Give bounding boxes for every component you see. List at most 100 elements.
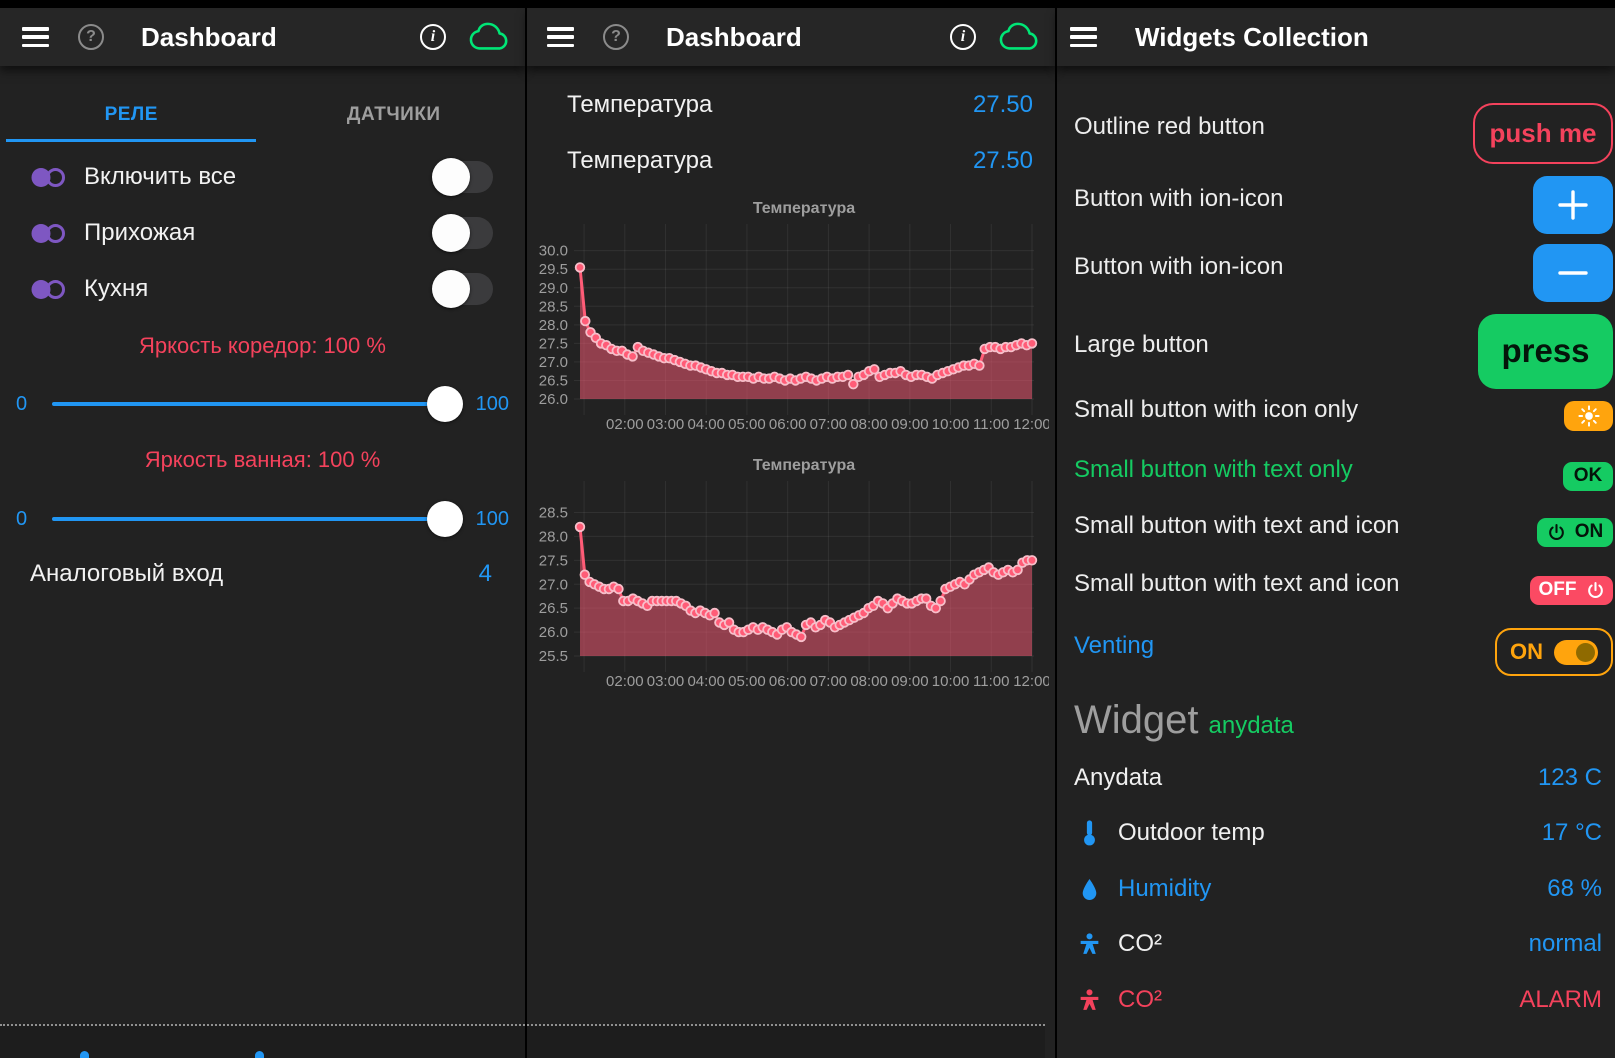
toggle-icon [30,222,67,245]
svg-text:29.5: 29.5 [539,261,568,278]
switch-all[interactable] [435,161,493,193]
press-button[interactable]: press [1478,314,1613,389]
analog-input-value: 4 [479,560,492,588]
tab-datchiki[interactable]: ДАТЧИКИ [263,88,526,142]
venting-toggle[interactable] [1554,640,1598,665]
svg-text:04:00: 04:00 [687,673,725,690]
widget-row-label: Small button with text and icon [1074,570,1400,598]
svg-text:26.5: 26.5 [539,372,568,389]
app-bar: ? Dashboard i [0,8,525,66]
remove-button[interactable] [1533,244,1613,302]
svg-text:30.0: 30.0 [539,243,568,260]
widget-row: Small button with text and icon OFF [1074,566,1613,614]
toggle-icon [30,278,67,301]
add-button[interactable] [1533,176,1613,234]
dotted-divider [0,1024,1045,1026]
svg-text:Температура: Температура [753,200,855,217]
svg-text:06:00: 06:00 [769,673,807,690]
menu-icon[interactable] [22,27,49,47]
panel-dashboard-relays: ? Dashboard i РЕЛЕ ДАТЧИКИ Включить все [0,0,525,1058]
switch-label: Прихожая [84,219,195,247]
on-button[interactable]: ON [1537,518,1613,547]
widget-row-label: Small button with icon only [1074,396,1358,424]
svg-text:07:00: 07:00 [810,673,848,690]
widget-row: Outline red button push me [1074,101,1613,165]
menu-icon[interactable] [547,27,574,47]
svg-text:07:00: 07:00 [810,416,848,433]
sunny-icon [1578,405,1600,427]
body-icon [1077,988,1102,1013]
tab-bar: РЕЛЕ ДАТЧИКИ [0,88,525,142]
svg-text:03:00: 03:00 [647,673,685,690]
svg-text:26.0: 26.0 [539,624,568,641]
status-strip [0,0,1615,8]
help-icon[interactable]: ? [603,24,629,50]
svg-text:27.0: 27.0 [539,576,568,593]
svg-text:06:00: 06:00 [769,416,807,433]
data-row-value: normal [1529,930,1602,958]
svg-text:08:00: 08:00 [850,416,888,433]
svg-text:29.0: 29.0 [539,280,568,297]
page-title: Widgets Collection [1135,22,1369,53]
body-icon [1077,932,1102,957]
off-button[interactable]: OFF [1530,576,1613,605]
svg-text:05:00: 05:00 [728,416,766,433]
data-row-label: CO² [1118,986,1162,1014]
water-drop-icon [1081,878,1098,901]
slider-knob[interactable] [427,501,463,537]
sunny-button[interactable] [1564,401,1613,431]
app-bar: ? Dashboard i [527,8,1055,66]
widget-row-label: Large button [1074,331,1209,359]
cloud-icon [998,22,1040,52]
info-icon[interactable]: i [420,24,446,50]
help-icon[interactable]: ? [78,24,104,50]
slider-min-label: 0 [16,508,44,531]
toggle-icon [30,166,67,189]
section-heading-anydata: Widgetanydata [1074,698,1294,742]
data-row-label: Humidity [1118,875,1211,903]
bottom-strip [0,1026,1045,1058]
svg-text:03:00: 03:00 [647,416,685,433]
widget-row: Large button press [1074,311,1613,391]
thermometer-icon [1082,819,1097,847]
section-title: Widget [1074,698,1199,743]
menu-icon[interactable] [1070,27,1097,47]
analog-input-row: Аналоговый вход 4 [0,552,525,596]
svg-text:27.5: 27.5 [539,335,568,352]
svg-text:10:00: 10:00 [932,416,970,433]
data-row-humidity: Humidity 68 % [1074,867,1602,911]
widget-row: Small button with text and icon ON [1074,508,1613,556]
slider-max-label: 100 [467,508,509,531]
page-title: Dashboard [666,22,802,53]
minus-icon [1555,255,1591,291]
venting-label: Venting [1074,632,1154,660]
info-icon[interactable]: i [950,24,976,50]
cutoff-icon [80,1051,89,1058]
data-row-label: Anydata [1074,764,1162,792]
temperature-value: 27.50 [973,91,1033,119]
slider-caption-corridor: Яркость коредор: 100 % [0,333,525,361]
tab-rele[interactable]: РЕЛЕ [0,88,263,142]
slider-knob[interactable] [427,386,463,422]
svg-text:28.0: 28.0 [539,317,568,334]
venting-toggle-button[interactable]: ON [1495,628,1613,676]
slider-track[interactable] [52,402,459,406]
svg-text:05:00: 05:00 [728,673,766,690]
switch-kitchen[interactable] [435,273,493,305]
power-icon [1586,581,1605,600]
switch-label: Включить все [84,163,236,191]
svg-text:08:00: 08:00 [850,673,888,690]
cloud-icon [468,22,510,52]
svg-text:25.5: 25.5 [539,648,568,665]
widget-row: Small button with icon only [1074,392,1613,440]
widget-row: Button with ion-icon [1074,173,1613,237]
ok-button[interactable]: OK [1563,462,1613,491]
push-me-button[interactable]: push me [1473,103,1613,164]
brightness-slider-bathroom[interactable]: 0 100 [16,499,509,539]
brightness-slider-corridor[interactable]: 0 100 [16,384,509,424]
app-bar: Widgets Collection [1057,8,1615,66]
switch-hallway[interactable] [435,217,493,249]
slider-track[interactable] [52,517,459,521]
venting-state-text: ON [1510,639,1543,665]
temperature-label: Температура [567,147,712,175]
